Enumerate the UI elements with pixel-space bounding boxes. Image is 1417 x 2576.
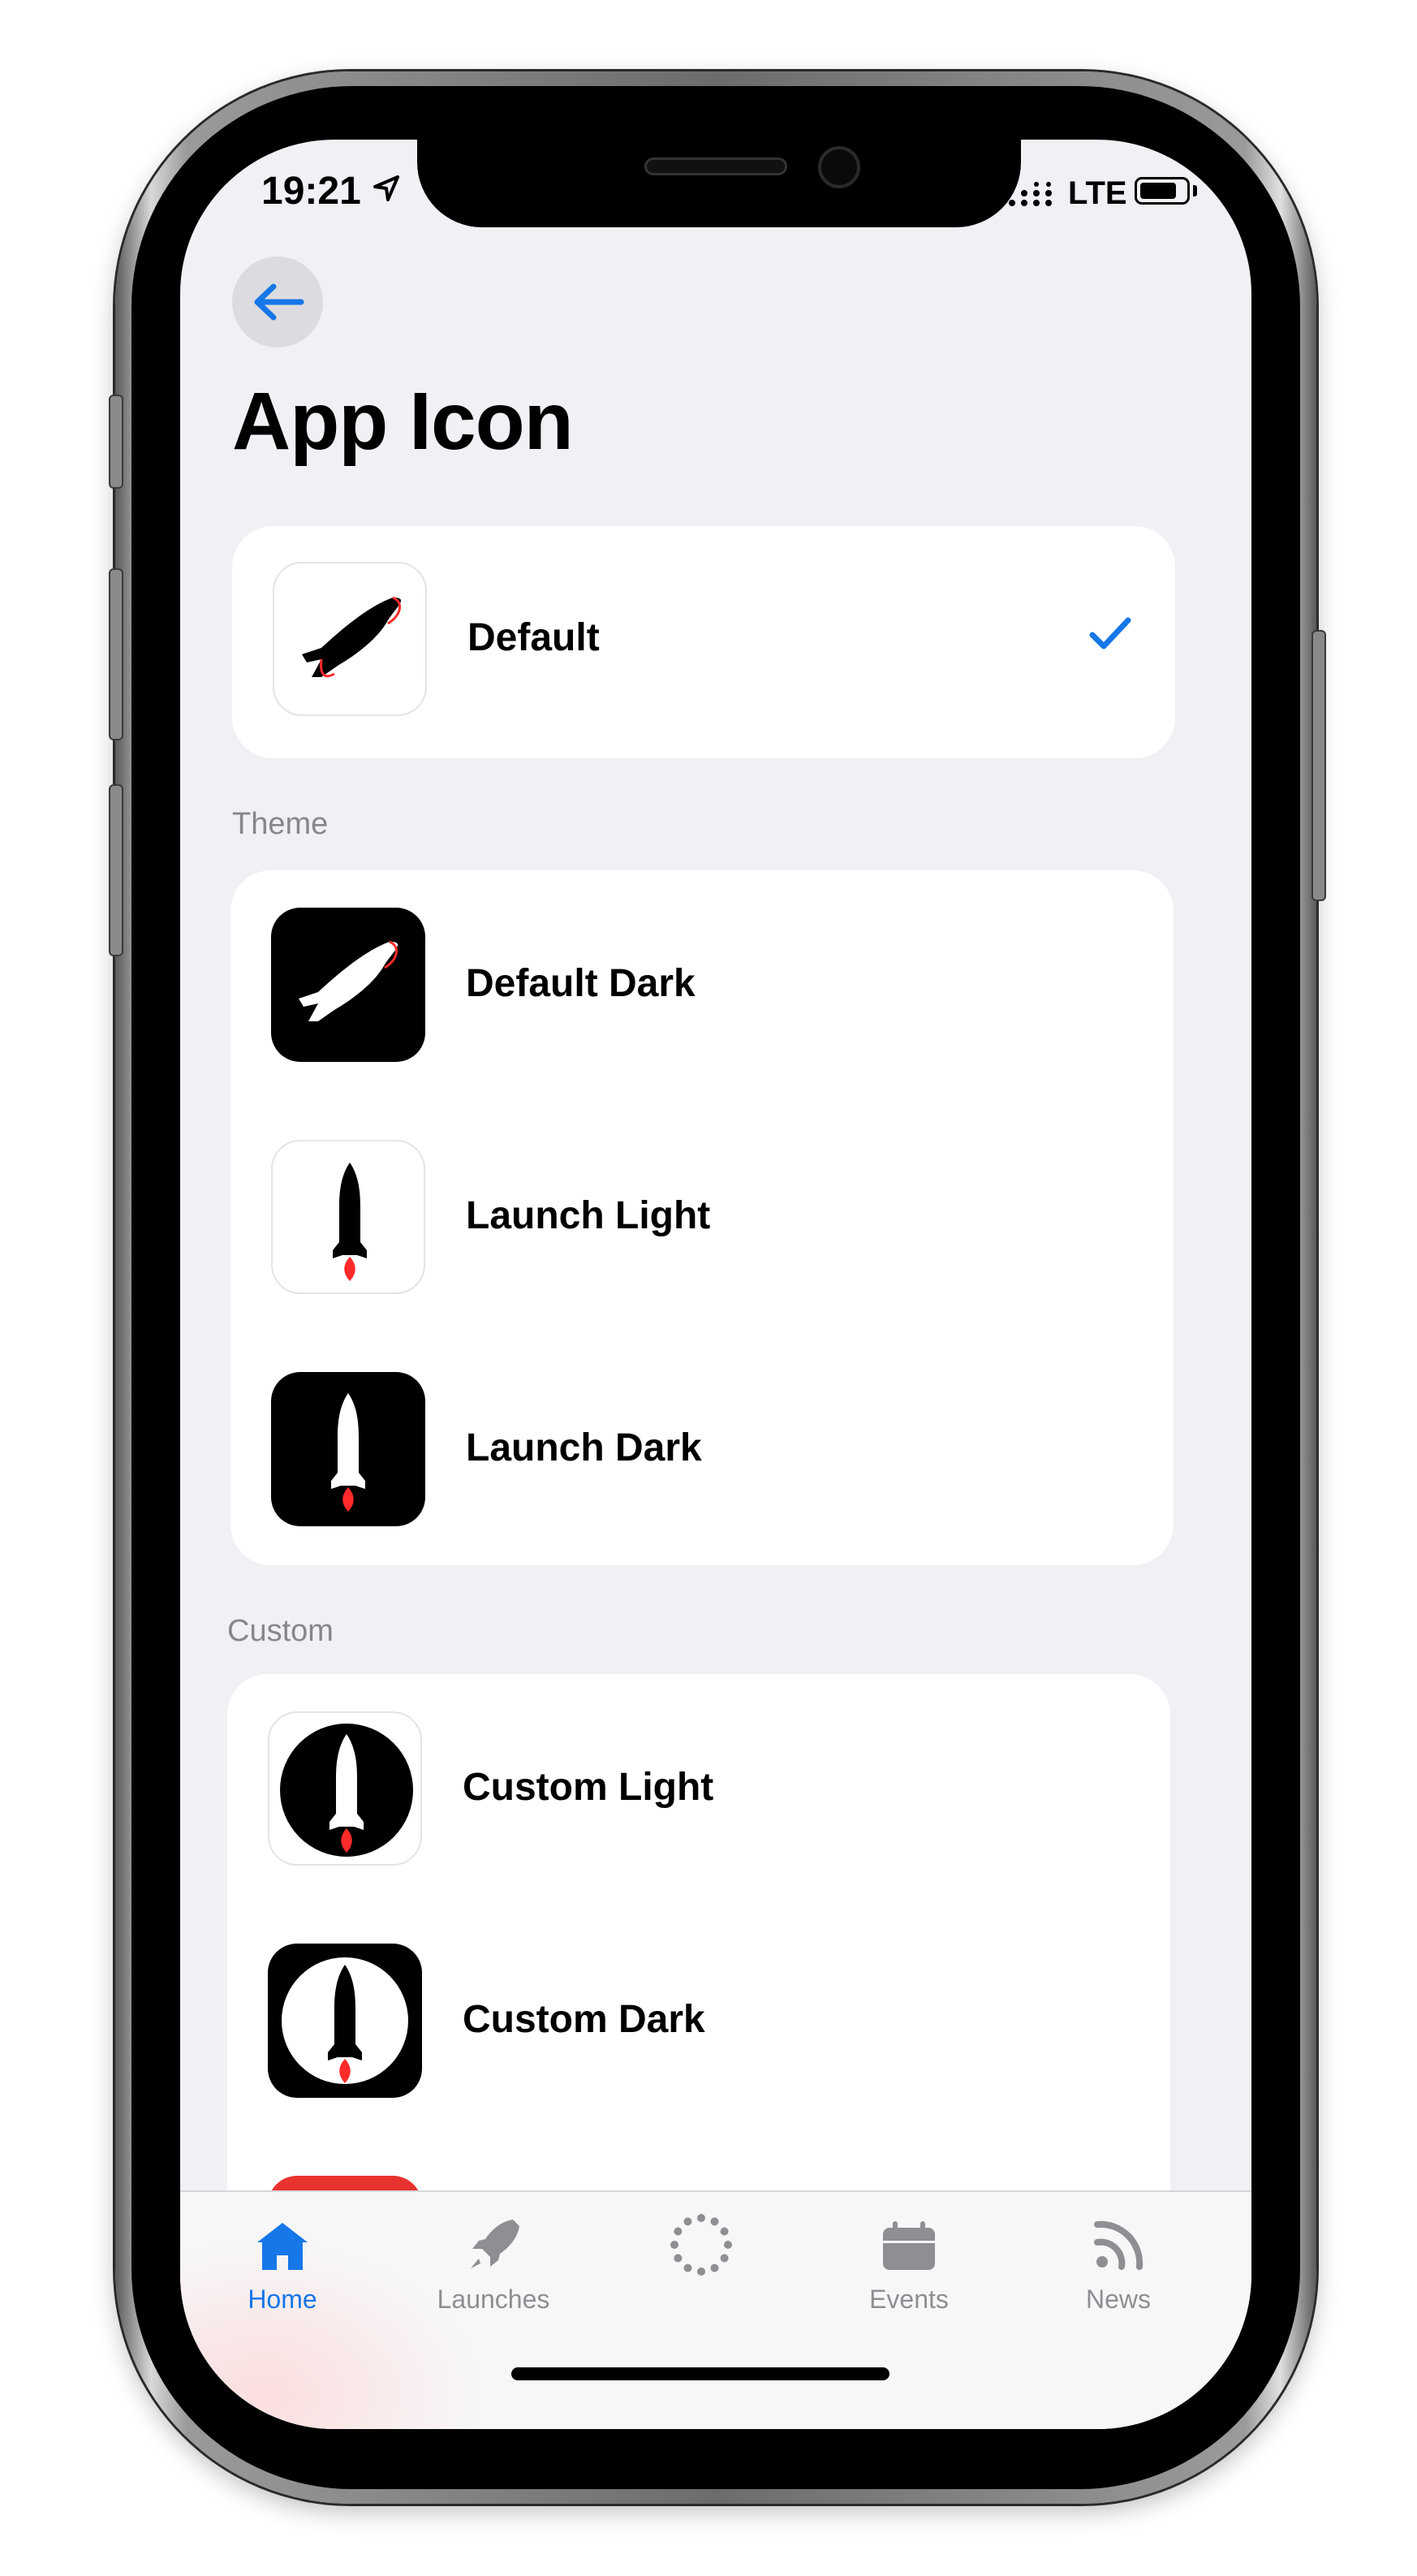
tab-home[interactable]: Home	[201, 2208, 364, 2315]
icon-option-label: Custom Light	[463, 1766, 714, 1809]
battery-tip	[1193, 185, 1197, 196]
icon-option-label: Launch Light	[466, 1194, 711, 1237]
icon-option-default-dark[interactable]: Default Dark	[230, 870, 1174, 1106]
default-dark-icon-preview	[271, 908, 425, 1062]
dotted-circle-icon	[670, 2214, 732, 2276]
rocket-icon	[273, 1141, 425, 1294]
status-time: 19:21	[261, 170, 361, 213]
shuttle-icon	[274, 596, 427, 678]
rocket-icon	[271, 1372, 425, 1526]
front-camera	[818, 146, 860, 188]
volume-up-button	[109, 568, 123, 740]
back-button[interactable]	[232, 257, 323, 347]
battery-icon	[1135, 177, 1190, 205]
custom-dark-icon-preview	[268, 1944, 422, 2098]
icon-option-custom-dark[interactable]: Custom Dark	[227, 1906, 1170, 2142]
tab-bar: Home Launches Events News	[180, 2190, 1251, 2429]
home-indicator	[511, 2367, 889, 2380]
tab-launches[interactable]: Launches	[412, 2208, 575, 2315]
default-icon-preview	[273, 562, 427, 716]
calendar-icon	[883, 2221, 935, 2270]
tab-label: Launches	[437, 2285, 550, 2314]
rocket-icon	[471, 2220, 519, 2268]
section-header-custom: Custom	[227, 1614, 334, 1648]
network-type: LTE	[1068, 175, 1127, 211]
section-header-theme: Theme	[232, 807, 329, 841]
arrow-left-icon	[254, 283, 304, 321]
speaker	[644, 157, 787, 175]
tab-news[interactable]: News	[1037, 2208, 1199, 2315]
icon-option-label: Launch Dark	[466, 1426, 702, 1469]
theme-icon-card: Default Dark Launch Light Launch Dark	[230, 870, 1174, 1565]
icon-option-label: Default	[467, 616, 600, 659]
tab-events[interactable]: Events	[828, 2208, 990, 2315]
house-icon	[257, 2223, 308, 2270]
icon-option-custom-light[interactable]: Custom Light	[227, 1674, 1170, 1909]
rss-icon	[1094, 2220, 1144, 2270]
signal-bars-icon	[1009, 182, 1052, 206]
icon-option-launch-light[interactable]: Launch Light	[230, 1102, 1174, 1338]
rocket-icon	[282, 1957, 408, 2084]
power-button	[1311, 630, 1326, 901]
launch-dark-icon-preview	[271, 1372, 425, 1526]
icon-option-launch-dark[interactable]: Launch Dark	[230, 1335, 1174, 1570]
notch	[417, 140, 1021, 227]
shuttle-icon	[271, 940, 425, 1062]
icon-option-label: Custom Dark	[463, 1998, 705, 2041]
screen: 19:21 LTE App Icon Default Theme Default…	[180, 140, 1251, 2429]
tab-label: News	[1085, 2285, 1151, 2314]
silent-switch	[109, 395, 123, 489]
rocket-icon	[280, 1724, 413, 1857]
launch-light-icon-preview	[271, 1140, 425, 1294]
location-arrow-icon	[373, 175, 399, 201]
custom-light-icon-preview	[268, 1711, 422, 1866]
icon-option-default[interactable]: Default	[232, 524, 1175, 760]
checkmark-icon	[1089, 617, 1131, 649]
tab-center[interactable]	[620, 2208, 782, 2285]
page-title: App Icon	[232, 376, 574, 467]
volume-down-button	[109, 784, 123, 956]
default-icon-card: Default	[232, 526, 1175, 758]
tab-label: Home	[248, 2285, 317, 2314]
tab-label: Events	[869, 2285, 949, 2314]
icon-option-label: Default Dark	[466, 962, 696, 1005]
